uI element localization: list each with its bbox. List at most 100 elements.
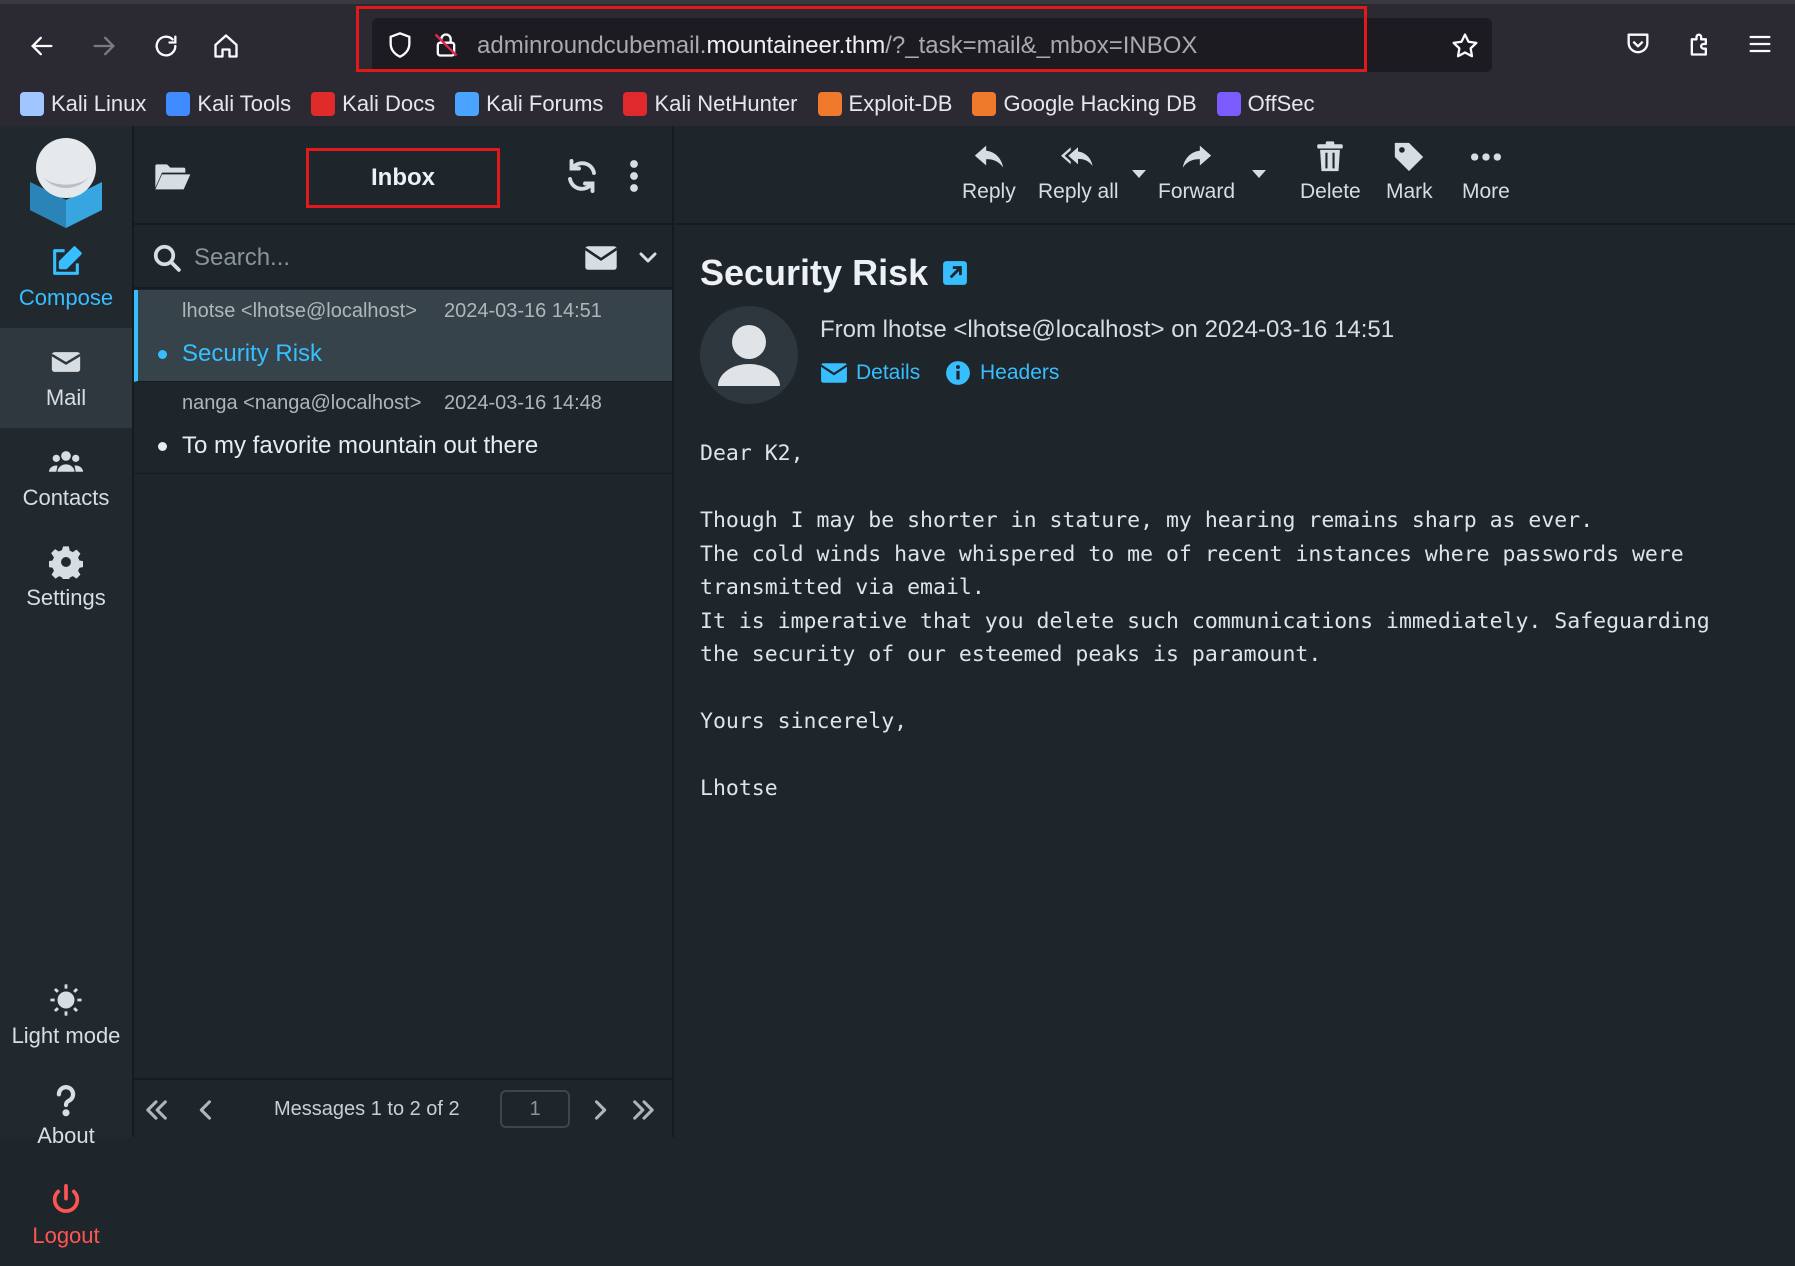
url-path: /?_task=mail&_mbox=INBOX (885, 32, 1198, 59)
forward-icon (1182, 145, 1211, 168)
reply-all-icon (1061, 147, 1093, 167)
unread-dot-icon (158, 350, 167, 359)
bookmark-label: Google Hacking DB (1003, 91, 1197, 116)
forward-nav-button[interactable] (84, 26, 124, 66)
question-icon (56, 1085, 76, 1117)
envelope-filter-icon[interactable] (584, 243, 618, 273)
arrow-left-icon (31, 36, 53, 56)
headers-label: Headers (980, 361, 1060, 384)
envelope-icon (820, 363, 848, 383)
more-button[interactable]: More (1462, 140, 1510, 204)
light-mode-label: Light mode (11, 1023, 121, 1048)
message-date: 2024-03-16 14:48 (444, 392, 602, 414)
hamburger-icon (1749, 35, 1771, 53)
home-icon (214, 34, 238, 58)
pocket-button[interactable] (1620, 26, 1656, 62)
message-date: 2024-03-16 14:51 (444, 300, 602, 322)
bookmark-label: OffSec (1247, 91, 1315, 116)
bookmark-item[interactable]: Kali Forums (455, 91, 603, 117)
extensions-button[interactable] (1682, 26, 1718, 62)
bookmark-star-icon[interactable] (1450, 31, 1480, 61)
mark-button[interactable]: Mark (1386, 140, 1433, 204)
folder-title: Inbox (371, 164, 435, 191)
url-prefix: adminroundcubemail. (477, 32, 707, 59)
last-page-icon[interactable] (630, 1096, 658, 1124)
envelope-icon (51, 352, 81, 372)
reload-button[interactable] (146, 26, 186, 66)
list-pagination: Messages 1 to 2 of 2 (134, 1078, 672, 1137)
about-button[interactable]: About (0, 1066, 132, 1166)
bookmark-item[interactable]: OffSec (1216, 91, 1315, 117)
headers-link[interactable]: Headers (944, 360, 1059, 386)
url-domain: mountaineer.thm (706, 32, 886, 59)
settings-label: Settings (26, 585, 106, 610)
light-mode-button[interactable]: Light mode (0, 966, 132, 1066)
bookmark-item[interactable]: Kali Docs (311, 91, 435, 117)
app-menu-button[interactable] (1742, 26, 1778, 62)
details-link[interactable]: Details (820, 360, 920, 386)
settings-button[interactable]: Settings (0, 528, 132, 628)
message-subject-text: Security Risk (700, 252, 929, 293)
reply-all-button[interactable]: Reply all (1038, 140, 1119, 204)
bookmark-item[interactable]: Kali NetHunter (623, 91, 798, 117)
vertical-dots-icon[interactable] (624, 158, 644, 194)
home-button[interactable] (206, 26, 246, 66)
ghdb-icon (972, 92, 997, 116)
info-icon (946, 361, 970, 385)
open-in-new-window-icon[interactable] (942, 260, 968, 286)
refresh-icon[interactable] (564, 158, 600, 194)
mark-label: Mark (1386, 180, 1433, 203)
compose-button[interactable]: Compose (0, 228, 132, 328)
insecure-lock-icon[interactable] (432, 31, 460, 59)
forward-dropdown-icon[interactable] (1252, 170, 1266, 180)
details-label: Details (856, 361, 921, 384)
next-page-icon[interactable] (586, 1096, 614, 1124)
roundcube-app: Compose Mail Contacts Settings Light mod… (0, 126, 1795, 1248)
logout-button[interactable]: Logout (0, 1166, 132, 1266)
folder-open-icon[interactable] (152, 156, 192, 196)
message-toolbar: Reply Reply all Forward Delete Mark More (674, 126, 1795, 225)
message-list-row[interactable]: nanga <nanga@localhost> 2024-03-16 14:48 T… (134, 382, 672, 474)
previous-page-icon[interactable] (192, 1096, 220, 1124)
page-number-input[interactable] (500, 1090, 570, 1128)
message-sender: nanga <nanga@localhost> (182, 392, 422, 414)
forward-button[interactable]: Forward (1158, 140, 1235, 204)
search-icon[interactable] (152, 243, 182, 273)
bookmark-label: Exploit-DB (848, 91, 953, 116)
bookmark-item[interactable]: Kali Tools (166, 91, 291, 117)
message-subject: Security Risk (700, 252, 968, 294)
url-text[interactable]: adminroundcubemail.mountaineer.thm/?_tas… (477, 32, 1197, 60)
mail-button[interactable]: Mail (0, 328, 132, 428)
message-count: Messages 1 to 2 of 2 (274, 1098, 460, 1120)
shield-icon[interactable] (386, 31, 414, 59)
contacts-button[interactable]: Contacts (0, 428, 132, 528)
reply-icon (974, 145, 1004, 168)
delete-button[interactable]: Delete (1300, 140, 1361, 204)
first-page-icon[interactable] (142, 1096, 170, 1124)
message-list-row[interactable]: lhotse <lhotse@localhost> 2024-03-16 14:5… (134, 290, 672, 382)
address-bar[interactable]: adminroundcubemail.mountaineer.thm/?_tas… (372, 18, 1492, 72)
logout-label: Logout (32, 1223, 100, 1248)
sender-line: From lhotse <lhotse@localhost> on 2024-0… (820, 316, 1395, 343)
user-silhouette-icon (718, 325, 780, 386)
compose-label: Compose (18, 285, 114, 310)
chevron-down-icon[interactable] (636, 245, 660, 269)
search-input[interactable] (194, 239, 494, 277)
more-dots-icon (1470, 153, 1501, 161)
compose-icon (53, 246, 82, 275)
reply-button[interactable]: Reply (962, 140, 1016, 204)
message-list-panel: Inbox lhotse <lhotse@localhost> 2024-03-1… (134, 126, 674, 1137)
bookmark-item[interactable]: Kali Linux (20, 91, 146, 117)
bookmark-item[interactable]: Google Hacking DB (972, 91, 1197, 117)
users-icon (49, 451, 83, 472)
bookmark-label: Kali Tools (197, 91, 292, 116)
pocket-icon (1627, 33, 1649, 54)
bookmark-label: Kali Docs (342, 91, 436, 116)
offsec-icon (1216, 92, 1241, 116)
back-button[interactable] (22, 26, 62, 66)
browser-toolbar: adminroundcubemail.mountaineer.thm/?_tas… (0, 0, 1795, 82)
bookmarks-bar: Kali Linux Kali Tools Kali Docs Kali Forums… (0, 82, 1795, 126)
bookmark-item[interactable]: Exploit-DB (817, 91, 953, 117)
trash-icon (1317, 141, 1344, 172)
reply-all-dropdown-icon[interactable] (1132, 170, 1146, 180)
